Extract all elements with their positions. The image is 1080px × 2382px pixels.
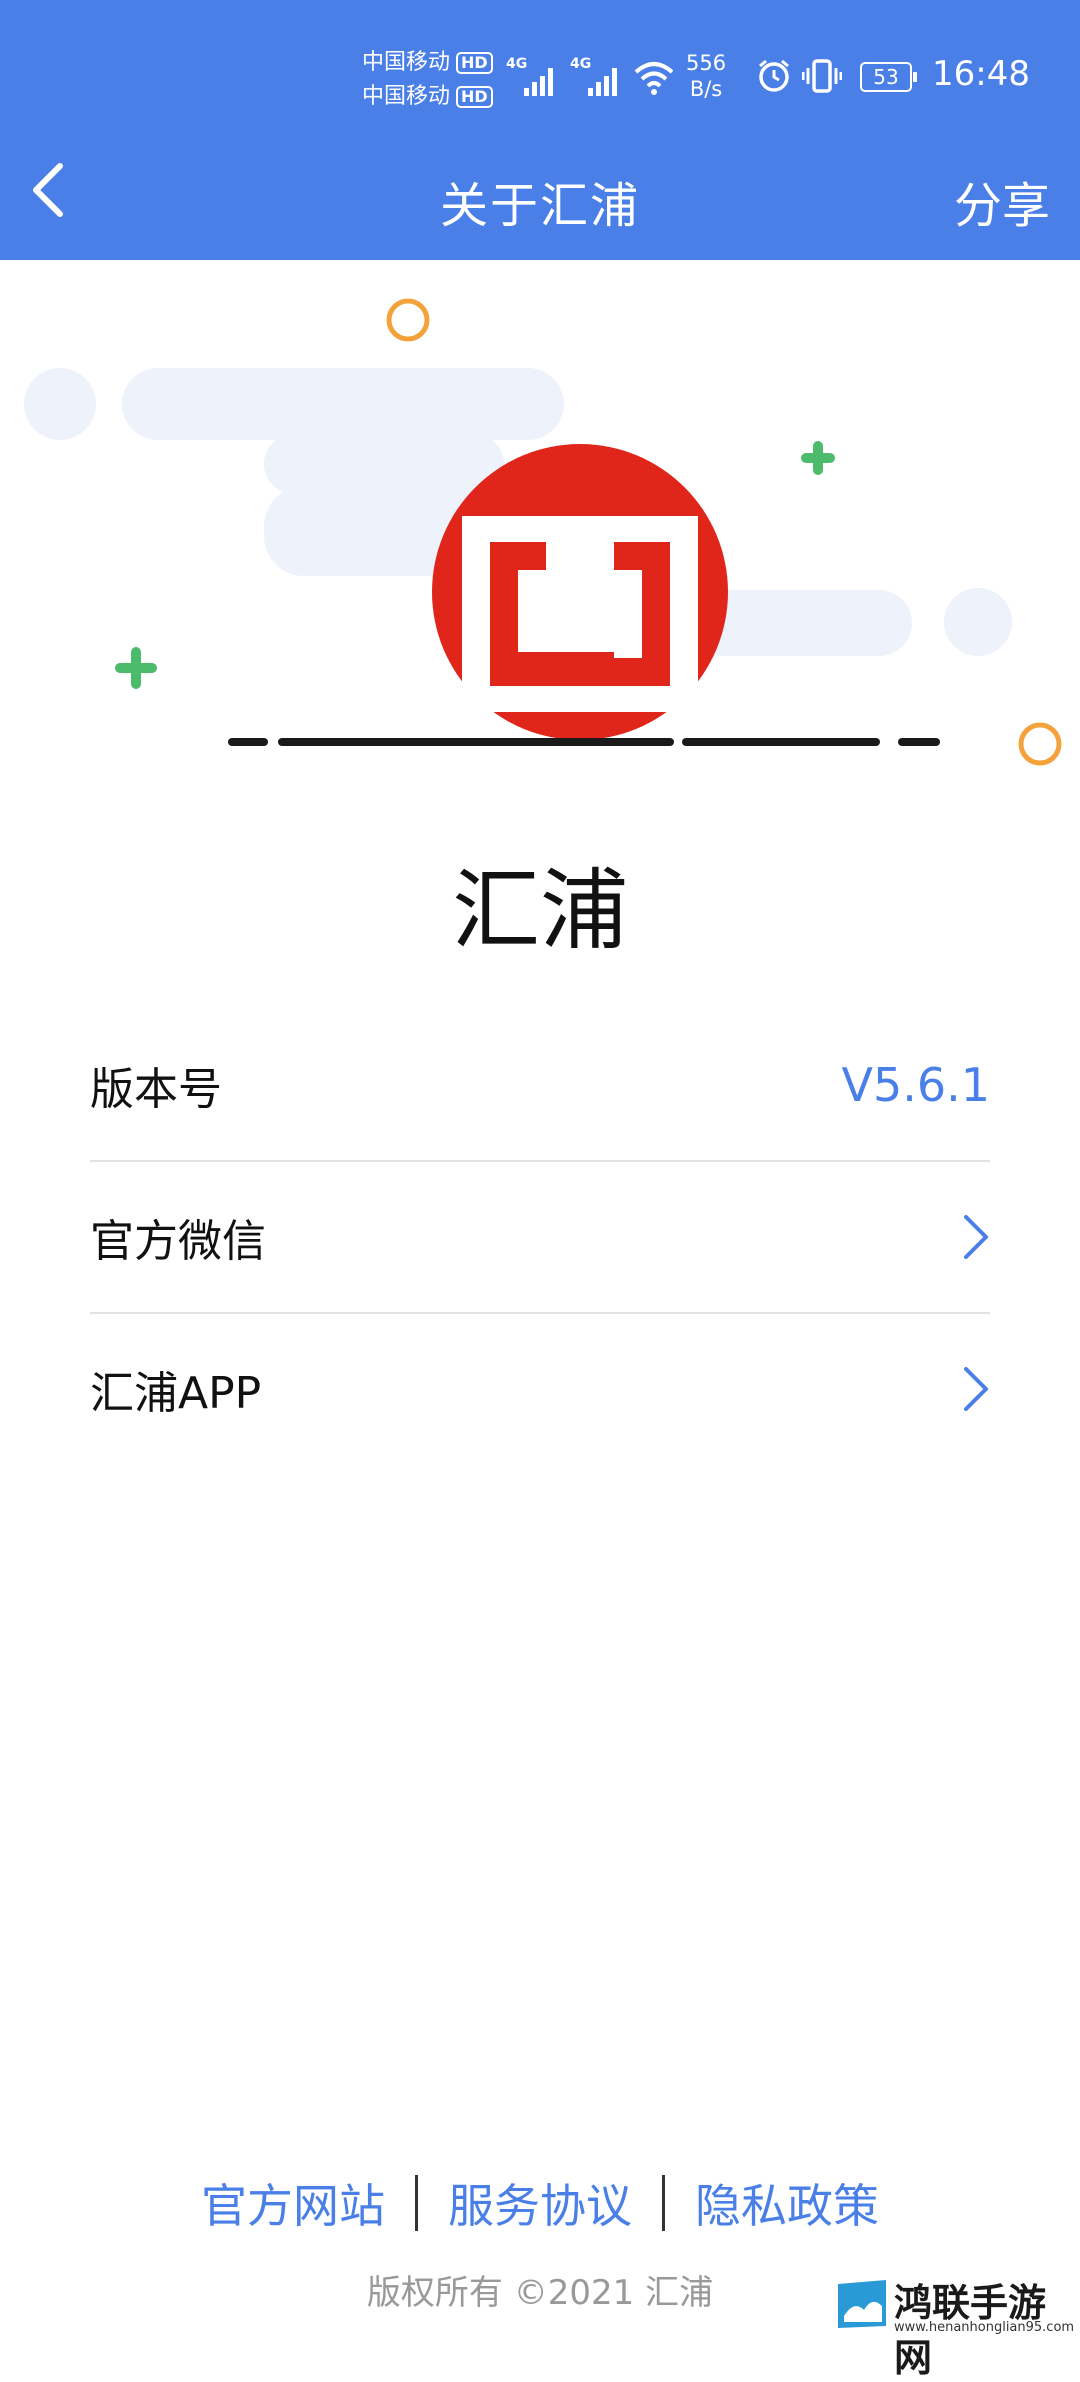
status-time: 16:48 <box>932 54 1030 94</box>
watermark-url: www.henanhonglian95.com <box>894 2320 1075 2335</box>
carrier-2: 中国移动 <box>362 84 451 109</box>
alarm-icon <box>756 58 792 98</box>
hd-badge: HD <box>456 86 493 108</box>
info-list: 版本号 V5.6.1 官方微信 汇浦APP <box>90 1010 990 1464</box>
privacy-policy-link[interactable]: 隐私政策 <box>695 2170 879 2236</box>
link-divider <box>662 2175 665 2231</box>
official-website-link[interactable]: 官方网站 <box>201 2170 385 2236</box>
watermark: 鸿联手游网 www.henanhonglian95.com <box>832 2270 1080 2380</box>
version-label: 版本号 <box>90 1064 222 1115</box>
plus-decoration <box>115 647 157 689</box>
ring-decoration <box>386 298 430 342</box>
version-row: 版本号 V5.6.1 <box>90 1010 990 1162</box>
chevron-right-icon <box>964 1367 988 1411</box>
hero-illustration <box>0 260 1080 780</box>
app-name: 汇浦 <box>451 859 628 962</box>
wechat-label: 官方微信 <box>90 1216 266 1267</box>
vibrate-icon <box>801 58 843 98</box>
version-value: V5.6.1 <box>841 1058 990 1112</box>
share-button[interactable]: 分享 <box>954 166 1050 236</box>
service-agreement-link[interactable]: 服务协议 <box>448 2170 632 2236</box>
company-logo <box>432 444 728 740</box>
speed-unit: B/s <box>689 77 723 101</box>
footer-links: 官方网站 服务协议 隐私政策 <box>0 2170 1080 2236</box>
chevron-right-icon <box>964 1215 988 1259</box>
hd-badge: HD <box>456 52 493 74</box>
wifi-icon <box>632 58 676 102</box>
link-divider <box>415 2175 418 2231</box>
status-bar: 中国移动 HD 中国移动 HD 4G 4G 556 B/s 53 16:48 <box>0 0 1080 150</box>
page-title: 关于汇浦 <box>439 178 640 234</box>
carrier-info: 中国移动 HD 中国移动 HD <box>362 46 493 114</box>
app-label: 汇浦APP <box>90 1368 262 1419</box>
plus-decoration <box>801 441 835 475</box>
speed-value: 556 <box>686 51 727 75</box>
network-speed: 556 B/s <box>686 50 726 102</box>
app-row[interactable]: 汇浦APP <box>90 1314 990 1464</box>
watermark-logo-icon <box>838 2280 886 2328</box>
battery-icon: 53 <box>860 62 917 92</box>
app-header: 中国移动 HD 中国移动 HD 4G 4G 556 B/s 53 16:48 关… <box>0 0 1080 260</box>
ring-decoration <box>1018 722 1062 766</box>
carrier-1: 中国移动 <box>362 50 451 75</box>
wechat-row[interactable]: 官方微信 <box>90 1162 990 1314</box>
